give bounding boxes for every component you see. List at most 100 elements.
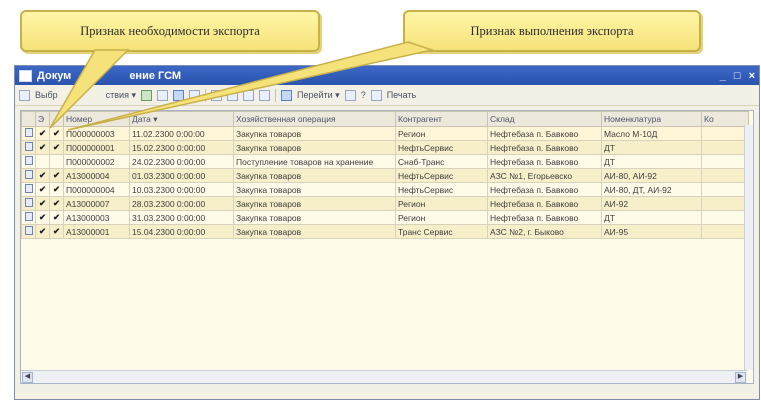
- print-icon[interactable]: [370, 89, 382, 101]
- export-needed-cell[interactable]: [35, 154, 50, 169]
- column-header-date[interactable]: Дата ▾: [129, 111, 234, 127]
- sort-icon[interactable]: [258, 89, 270, 101]
- date-cell: 01.03.2300 0:00:00: [129, 168, 234, 183]
- operation-cell: Закупка товаров: [233, 224, 396, 239]
- warehouse-cell: АЗС №1, Егорьевско: [487, 168, 602, 183]
- toolbar: Выбр ствия ▾ Перейти ▾ ? Печать: [15, 85, 759, 106]
- minimize-button[interactable]: _: [720, 70, 726, 82]
- export-done-cell[interactable]: [49, 154, 64, 169]
- table-row[interactable]: ✔ ✔ А13000007 28.03.2300 0:00:00 Закупка…: [21, 196, 749, 211]
- warehouse-cell: Нефтебаза п. Бавково: [487, 154, 602, 169]
- column-header-icon[interactable]: [21, 111, 36, 127]
- export-needed-cell[interactable]: ✔: [35, 140, 50, 155]
- document-icon: [21, 126, 36, 141]
- number-cell: П000000002: [63, 154, 130, 169]
- document-icon: [21, 210, 36, 225]
- table-row[interactable]: ✔ ✔ П000000003 11.02.2300 0:00:00 Закупк…: [21, 126, 749, 141]
- horizontal-scrollbar[interactable]: ◀ ▶: [21, 370, 747, 383]
- export-done-cell[interactable]: ✔: [49, 182, 64, 197]
- document-icon: [21, 154, 36, 169]
- export-needed-cell[interactable]: ✔: [35, 168, 50, 183]
- export-needed-cell[interactable]: ✔: [35, 126, 50, 141]
- warehouse-cell: Нефтебаза п. Бавково: [487, 196, 602, 211]
- export-needed-cell[interactable]: ✔: [35, 196, 50, 211]
- export-done-cell[interactable]: ✔: [49, 224, 64, 239]
- close-button[interactable]: ×: [749, 70, 755, 82]
- scroll-right-icon[interactable]: ▶: [735, 372, 746, 383]
- vertical-scrollbar[interactable]: [744, 125, 753, 370]
- export-done-cell[interactable]: ✔: [49, 196, 64, 211]
- export-done-cell[interactable]: ✔: [49, 140, 64, 155]
- maximize-button[interactable]: □: [734, 70, 741, 82]
- toolbar-separator: [274, 88, 276, 102]
- counterparty-cell: Снаб-Транс: [395, 154, 488, 169]
- add-icon[interactable]: [140, 89, 152, 101]
- date-cell: 15.04.2300 0:00:00: [129, 224, 234, 239]
- document-icon: [21, 168, 36, 183]
- counterparty-cell: Регион: [395, 210, 488, 225]
- help-button[interactable]: ?: [361, 90, 366, 100]
- export-needed-cell[interactable]: ✔: [35, 210, 50, 225]
- actions-menu[interactable]: ствия ▾: [106, 90, 136, 101]
- edit-icon[interactable]: [172, 89, 184, 101]
- column-header-number[interactable]: Номер: [63, 111, 130, 127]
- export-done-cell[interactable]: ✔: [49, 168, 64, 183]
- export-needed-cell[interactable]: ✔: [35, 224, 50, 239]
- print-button[interactable]: Печать: [387, 90, 416, 100]
- window-icon: [19, 69, 32, 82]
- counterparty-cell: Регион: [395, 196, 488, 211]
- date-cell: 15.02.2300 0:00:00: [129, 140, 234, 155]
- date-cell: 10.03.2300 0:00:00: [129, 182, 234, 197]
- structure-icon[interactable]: [280, 89, 292, 101]
- date-cell: 31.03.2300 0:00:00: [129, 210, 234, 225]
- column-header-warehouse[interactable]: Склад: [487, 111, 602, 127]
- operation-cell: Закупка товаров: [233, 140, 396, 155]
- column-header-operation[interactable]: Хозяйственная операция: [233, 111, 396, 127]
- qty-cell: [701, 154, 749, 169]
- nomenclature-cell: АИ-92: [601, 196, 702, 211]
- table-row[interactable]: ✔ ✔ А13000001 15.04.2300 0:00:00 Закупка…: [21, 224, 749, 239]
- table-row[interactable]: ✔ ✔ А13000004 01.03.2300 0:00:00 Закупка…: [21, 168, 749, 183]
- date-cell: 24.02.2300 0:00:00: [129, 154, 234, 169]
- export-done-cell[interactable]: ✔: [49, 210, 64, 225]
- export-needed-cell[interactable]: ✔: [35, 182, 50, 197]
- export-done-cell[interactable]: ✔: [49, 126, 64, 141]
- warehouse-cell: Нефтебаза п. Бавково: [487, 126, 602, 141]
- goto-menu[interactable]: Перейти ▾: [297, 90, 340, 101]
- select-icon[interactable]: [19, 89, 30, 101]
- date-cell: 11.02.2300 0:00:00: [129, 126, 234, 141]
- warehouse-cell: АЗС №2, г. Быково: [487, 224, 602, 239]
- column-header-nomenclature[interactable]: Номенклатура: [601, 111, 702, 127]
- copy-icon[interactable]: [156, 89, 168, 101]
- table-row[interactable]: П000000002 24.02.2300 0:00:00 Поступлени…: [21, 154, 749, 169]
- column-header-export-needed[interactable]: Э: [35, 111, 50, 127]
- select-button[interactable]: Выбр: [35, 90, 58, 100]
- column-header-qty[interactable]: Ко: [701, 111, 749, 127]
- qty-cell: [701, 182, 749, 197]
- post-icon[interactable]: [210, 89, 222, 101]
- operation-cell: Закупка товаров: [233, 210, 396, 225]
- callout-export-needed-text: Признак необходимости экспорта: [80, 23, 260, 38]
- table-row[interactable]: ✔ ✔ П000000001 15.02.2300 0:00:00 Закупк…: [21, 140, 749, 155]
- filter-icon[interactable]: [242, 89, 254, 101]
- operation-cell: Закупка товаров: [233, 126, 396, 141]
- number-cell: П000000001: [63, 140, 130, 155]
- counterparty-cell: НефтьСервис: [395, 168, 488, 183]
- column-header-export-done[interactable]: [49, 111, 64, 127]
- refresh-icon[interactable]: [344, 89, 356, 101]
- date-cell: 28.03.2300 0:00:00: [129, 196, 234, 211]
- callout-export-done: Признак выполнения экспорта: [403, 10, 701, 52]
- delete-icon[interactable]: [188, 89, 200, 101]
- warehouse-cell: Нефтебаза п. Бавково: [487, 210, 602, 225]
- column-header-counterparty[interactable]: Контрагент: [395, 111, 488, 127]
- qty-cell: [701, 168, 749, 183]
- table-row[interactable]: ✔ ✔ П000000004 10.03.2300 0:00:00 Закупк…: [21, 182, 749, 197]
- callout-export-needed: Признак необходимости экспорта: [20, 10, 320, 52]
- scroll-left-icon[interactable]: ◀: [22, 372, 33, 383]
- document-icon: [21, 140, 36, 155]
- documents-table: Э Номер Дата ▾ Хозяйственная операция Ко…: [20, 110, 754, 384]
- table-row[interactable]: ✔ ✔ А13000003 31.03.2300 0:00:00 Закупка…: [21, 210, 749, 225]
- unpost-icon[interactable]: [226, 89, 238, 101]
- nomenclature-cell: АИ-80, ДТ, АИ-92: [601, 182, 702, 197]
- number-cell: А13000001: [63, 224, 130, 239]
